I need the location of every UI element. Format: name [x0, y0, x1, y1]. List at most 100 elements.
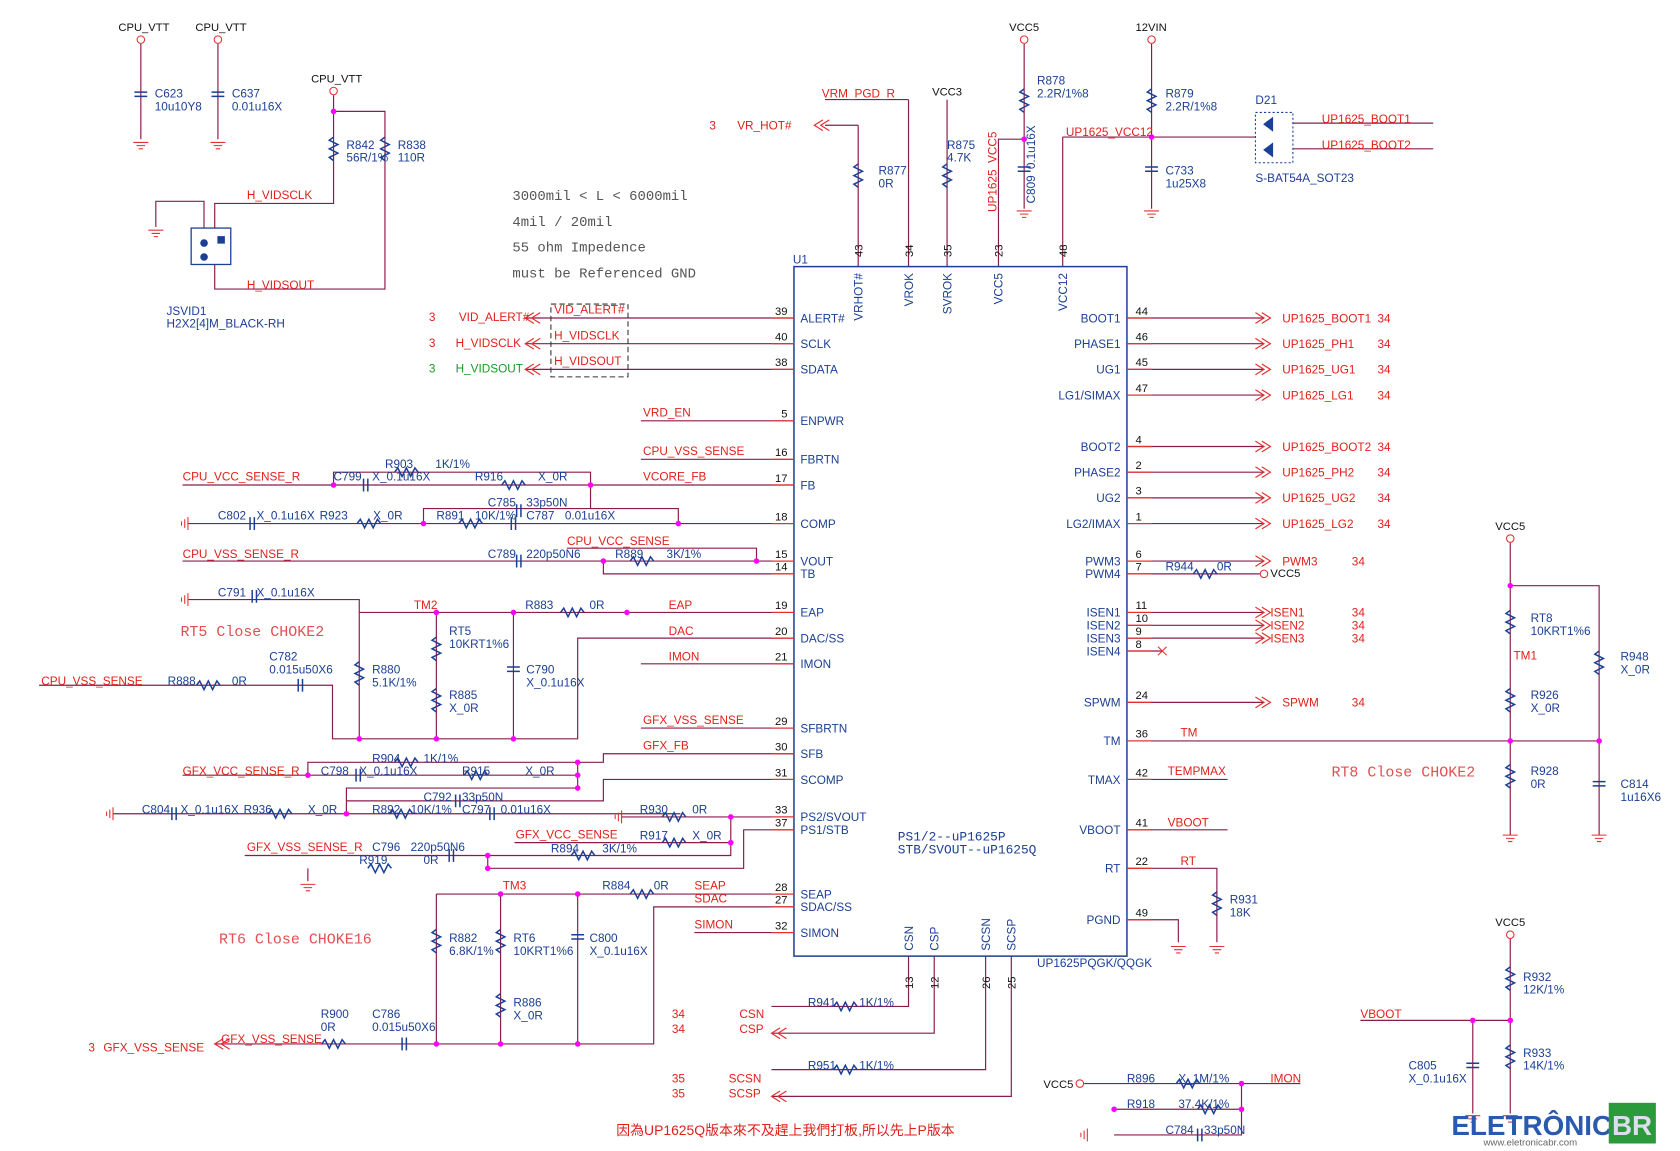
pin-name: PHASE1 — [1074, 338, 1120, 351]
component-value: X_0R — [1531, 702, 1560, 715]
net-label: GFX_FB — [643, 739, 689, 752]
component-value: 33p50N — [526, 496, 567, 509]
pin-number: 27 — [775, 895, 788, 907]
diode-icon — [1263, 116, 1274, 158]
pin-name: SFB — [800, 748, 823, 761]
d21-box — [1254, 111, 1294, 164]
junction-dot — [574, 759, 581, 766]
power-port-icon — [1075, 1079, 1085, 1088]
component-value: 0.015u50X6 — [269, 663, 333, 676]
net-label: UP1625_VCC12 — [1066, 126, 1153, 139]
net-label: GFX_VSS_SENSE — [643, 714, 744, 727]
component-ref: R926 — [1531, 689, 1560, 702]
net-label: PWM3 — [1282, 555, 1318, 568]
net-label: TM1 — [1513, 650, 1537, 663]
net-label: GFX_VCC_SENSE — [516, 828, 618, 841]
component-ref: C796 — [372, 841, 401, 854]
net-label: 35 — [672, 1087, 686, 1100]
page-ref: 34 — [1377, 518, 1391, 531]
component-ref: C786 — [372, 1008, 401, 1021]
component-ref: R941 — [808, 996, 836, 1009]
pin-name: VCC5 — [993, 273, 1006, 305]
component-ref: R894 — [551, 842, 580, 855]
component-ref: C800 — [589, 932, 618, 945]
junction-dot — [574, 891, 581, 897]
pin-name: TB — [800, 568, 815, 581]
component-value: 1K/1% — [423, 752, 458, 765]
component-ref: R948 — [1621, 651, 1650, 664]
net-label: 3 — [429, 311, 436, 324]
component-value: S-BAT54A_SOT23 — [1255, 172, 1354, 185]
pin-name: COMP — [800, 518, 835, 531]
pin-number: 36 — [1136, 729, 1149, 741]
note: RT8 Close CHOKE2 — [1331, 765, 1475, 781]
component-ref: R892 — [372, 804, 400, 817]
component-value: 37.4K/1% — [1178, 1098, 1230, 1111]
page-ref: 34 — [1377, 364, 1391, 377]
component-value: 0R — [654, 880, 669, 893]
net-label: CSN — [739, 1008, 764, 1021]
component-value: 2.2R/1%8 — [1165, 100, 1217, 113]
pin-name: IMON — [800, 658, 831, 671]
pin-name: SCSN — [980, 918, 993, 951]
net-label: UP1625_BOOT1 — [1282, 312, 1371, 325]
component-value: 10KRT1%6 — [1531, 625, 1591, 638]
component-value: 1K/1% — [859, 1060, 894, 1073]
pin-number: 39 — [775, 306, 788, 318]
component-value: X_0R — [692, 829, 721, 842]
net-label: CPU_VSS_SENSE_R — [183, 548, 299, 561]
net-label: ISEN3 — [1270, 632, 1304, 645]
pin-number: 9 — [1136, 626, 1142, 638]
component-ref: C809 — [1025, 175, 1038, 203]
pin-number: 45 — [1136, 357, 1149, 369]
component-value: 5.1K/1% — [372, 676, 417, 689]
component-value: 0R — [232, 675, 247, 688]
pin-name: ISEN3 — [1087, 632, 1121, 645]
page-ref: 34 — [1377, 441, 1391, 454]
component-value: 0R — [692, 804, 707, 817]
component-ref: C798 — [321, 765, 350, 778]
junction-dot — [1238, 1080, 1245, 1087]
junction-dot — [753, 558, 760, 564]
pin-number: 24 — [1136, 690, 1149, 702]
component-value: X_0R — [525, 765, 554, 778]
net-label: VCC5 — [1495, 521, 1525, 533]
junction-dot — [356, 735, 363, 742]
component-ref: C805 — [1409, 1060, 1438, 1073]
junction-dot — [510, 609, 517, 616]
pin-number: 46 — [1136, 331, 1149, 343]
pin-name: VROK — [903, 273, 916, 306]
component-value: 110R — [398, 152, 425, 165]
power-port-icon — [1505, 534, 1515, 543]
pin-name: SEAP — [800, 888, 832, 901]
note: RT5 Close CHOKE2 — [180, 625, 324, 641]
ground-icon — [1080, 1128, 1088, 1142]
component-ref: R886 — [513, 996, 542, 1009]
ground-icon — [133, 141, 149, 150]
pin-name: PGND — [1087, 914, 1121, 927]
logo-text-br: BR — [1612, 1110, 1652, 1141]
pin-number: 17 — [775, 473, 788, 485]
net-label: VCC5 — [1043, 1079, 1073, 1091]
component-value: X_0R — [449, 702, 478, 715]
watermark-logo: ELETRÔNICA BR www.eletronicabr.com — [1451, 1102, 1656, 1149]
component-value: X_0R — [538, 471, 567, 484]
junction-dot — [728, 839, 734, 846]
u1-part: UP1625PQGK/QQGK — [1037, 957, 1152, 970]
component-ref: R916 — [475, 471, 504, 484]
component-ref: R896 — [1127, 1072, 1156, 1085]
pin-name: LG2/IMAX — [1066, 518, 1120, 531]
component-ref: R932 — [1523, 971, 1551, 984]
component-value: X_0R — [373, 509, 402, 522]
ground-icon — [300, 883, 316, 892]
component-value: 56R/1% — [346, 152, 388, 165]
net-label: VCC3 — [932, 86, 962, 98]
pin-number: 3 — [1136, 486, 1142, 498]
pin-number: 48 — [1058, 244, 1070, 256]
component-value: 1K/1% — [859, 996, 894, 1009]
pin-number: 37 — [775, 818, 788, 830]
pin-name: FB — [800, 479, 815, 492]
component-value: 1K/1% — [435, 458, 470, 471]
component-value: X_0.1u16X — [589, 945, 647, 958]
pin-number: 10 — [1136, 613, 1149, 625]
